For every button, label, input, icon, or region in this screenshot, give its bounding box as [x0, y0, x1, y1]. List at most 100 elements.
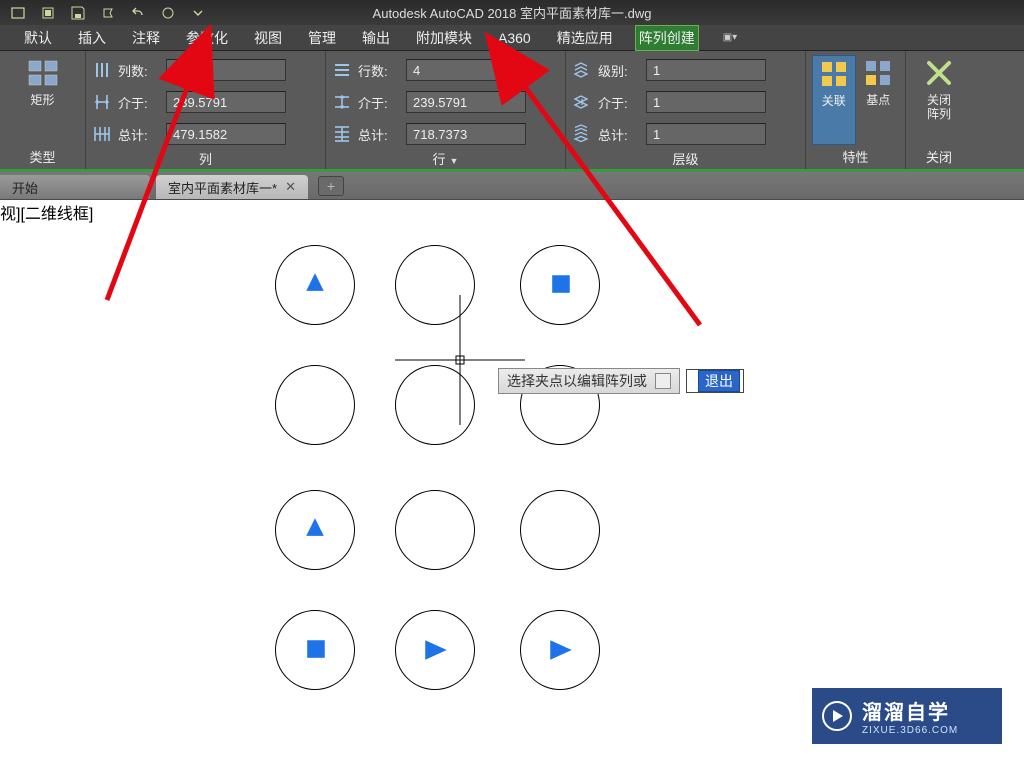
columns-count-label: 列数:	[118, 61, 160, 80]
qat-undo-icon[interactable]	[124, 2, 152, 24]
columns-total-icon	[92, 124, 112, 144]
columns-total-label: 总计:	[118, 125, 160, 144]
columns-count-input[interactable]	[166, 59, 286, 81]
rows-count-icon	[332, 60, 352, 80]
tab-default[interactable]: 默认	[20, 25, 56, 51]
array-item[interactable]	[275, 490, 355, 570]
basepoint-button[interactable]: 基点	[858, 55, 900, 145]
array-item[interactable]	[520, 490, 600, 570]
tab-new-button[interactable]: +	[318, 176, 344, 196]
tab-close-icon[interactable]: ✕	[285, 179, 296, 195]
watermark-url: ZIXUE.3D66.COM	[862, 725, 958, 736]
dynamic-input-prompt: 选择夹点以编辑阵列或	[498, 368, 680, 394]
rows-count-label: 行数:	[358, 61, 400, 80]
rect-array-icon	[27, 57, 59, 89]
array-item[interactable]	[275, 245, 355, 325]
tab-view[interactable]: 视图	[250, 25, 286, 51]
basepoint-icon	[862, 57, 894, 89]
levels-total-icon	[572, 124, 592, 144]
columns-count-icon	[92, 60, 112, 80]
panel-close: 关闭 阵列 关闭	[906, 51, 972, 169]
array-item[interactable]	[520, 610, 600, 690]
levels-between-label: 介于:	[598, 93, 640, 112]
quick-access-toolbar	[0, 2, 212, 24]
levels-total-label: 总计:	[598, 125, 640, 144]
rows-count-input[interactable]	[406, 59, 526, 81]
rows-total-input[interactable]	[406, 123, 526, 145]
close-x-icon	[923, 57, 955, 89]
tab-array-create[interactable]: 阵列创建	[635, 25, 699, 51]
tab-insert[interactable]: 插入	[74, 25, 110, 51]
dynamic-input-text: 选择夹点以编辑阵列或	[507, 371, 647, 391]
tab-document-active[interactable]: 室内平面素材库一* ✕	[156, 175, 308, 199]
ribbon: 矩形 类型 列数: 介于: 总计:	[0, 51, 1024, 172]
associative-button[interactable]: 关联	[812, 55, 856, 145]
panel-type-label: 类型	[0, 145, 85, 169]
tab-addins[interactable]: 附加模块	[412, 25, 476, 51]
levels-count-icon	[572, 60, 592, 80]
array-item[interactable]	[395, 245, 475, 325]
rect-array-button[interactable]: 矩形	[20, 55, 66, 145]
qat-tool-1[interactable]	[4, 2, 32, 24]
rect-array-label: 矩形	[30, 93, 54, 107]
tab-expand-icon[interactable]: ▣▾	[723, 32, 737, 43]
panel-columns: 列数: 介于: 总计: 列	[86, 51, 326, 169]
ribbon-tabs: 默认 插入 注释 参数化 视图 管理 输出 附加模块 A360 精选应用 阵列创…	[0, 25, 1024, 51]
array-item[interactable]	[275, 365, 355, 445]
associative-label: 关联	[822, 94, 846, 108]
array-item[interactable]	[395, 490, 475, 570]
tab-annotate[interactable]: 注释	[128, 25, 164, 51]
array-item[interactable]	[395, 365, 475, 445]
array-item[interactable]	[275, 610, 355, 690]
drawing-canvas[interactable]: 视][二维线框] 选择夹点以编辑阵列或 退出	[0, 200, 1024, 768]
tab-a360[interactable]: A360	[494, 27, 535, 49]
levels-total-input[interactable]	[646, 123, 766, 145]
panel-rows-label: 行▼	[326, 147, 565, 171]
rows-between-input[interactable]	[406, 91, 526, 113]
qat-tool-4[interactable]	[94, 2, 122, 24]
levels-between-input[interactable]	[646, 91, 766, 113]
document-tabs: 开始 室内平面素材库一* ✕ +	[0, 172, 1024, 200]
rows-between-icon	[332, 92, 352, 112]
columns-between-icon	[92, 92, 112, 112]
panel-properties-label: 特性	[806, 145, 905, 169]
panel-columns-label: 列	[86, 147, 325, 171]
rows-between-label: 介于:	[358, 93, 400, 112]
rows-total-label: 总计:	[358, 125, 400, 144]
panel-type: 矩形 类型	[0, 51, 86, 169]
dynamic-input-option[interactable]: 退出	[686, 369, 744, 393]
array-item[interactable]	[395, 610, 475, 690]
tab-manage[interactable]: 管理	[304, 25, 340, 51]
columns-total-input[interactable]	[166, 123, 286, 145]
dynamic-input-dropdown-icon[interactable]	[655, 373, 671, 389]
qat-dropdown-icon[interactable]	[184, 2, 212, 24]
panel-properties: 关联 基点 特性	[806, 51, 906, 169]
viewport-label[interactable]: 视][二维线框]	[0, 200, 93, 224]
columns-between-input[interactable]	[166, 91, 286, 113]
qat-tool-6[interactable]	[154, 2, 182, 24]
levels-between-icon	[572, 92, 592, 112]
tab-output[interactable]: 输出	[358, 25, 394, 51]
rows-total-icon	[332, 124, 352, 144]
tab-start-label: 开始	[12, 178, 38, 197]
panel-close-label: 关闭	[906, 145, 972, 169]
tab-start[interactable]: 开始	[0, 175, 150, 199]
watermark-name: 溜溜自学	[862, 696, 958, 725]
levels-count-input[interactable]	[646, 59, 766, 81]
panel-levels-label: 层级	[566, 147, 805, 171]
associative-icon	[818, 58, 850, 90]
close-array-label-2: 阵列	[927, 107, 951, 121]
levels-count-label: 级别:	[598, 61, 640, 80]
tab-parametric[interactable]: 参数化	[182, 25, 232, 51]
title-bar: Autodesk AutoCAD 2018 室内平面素材库一.dwg	[0, 0, 1024, 25]
qat-tool-2[interactable]	[34, 2, 62, 24]
array-item[interactable]	[520, 245, 600, 325]
tab-featured[interactable]: 精选应用	[553, 25, 617, 51]
basepoint-label: 基点	[866, 93, 890, 107]
qat-save-icon[interactable]	[64, 2, 92, 24]
play-icon	[822, 701, 852, 731]
close-array-button[interactable]: 关闭 阵列	[916, 55, 962, 145]
dynamic-input-exit: 退出	[698, 370, 740, 392]
panel-rows: 行数: 介于: 总计: 行▼	[326, 51, 566, 169]
tab-document-active-label: 室内平面素材库一*	[168, 178, 277, 197]
